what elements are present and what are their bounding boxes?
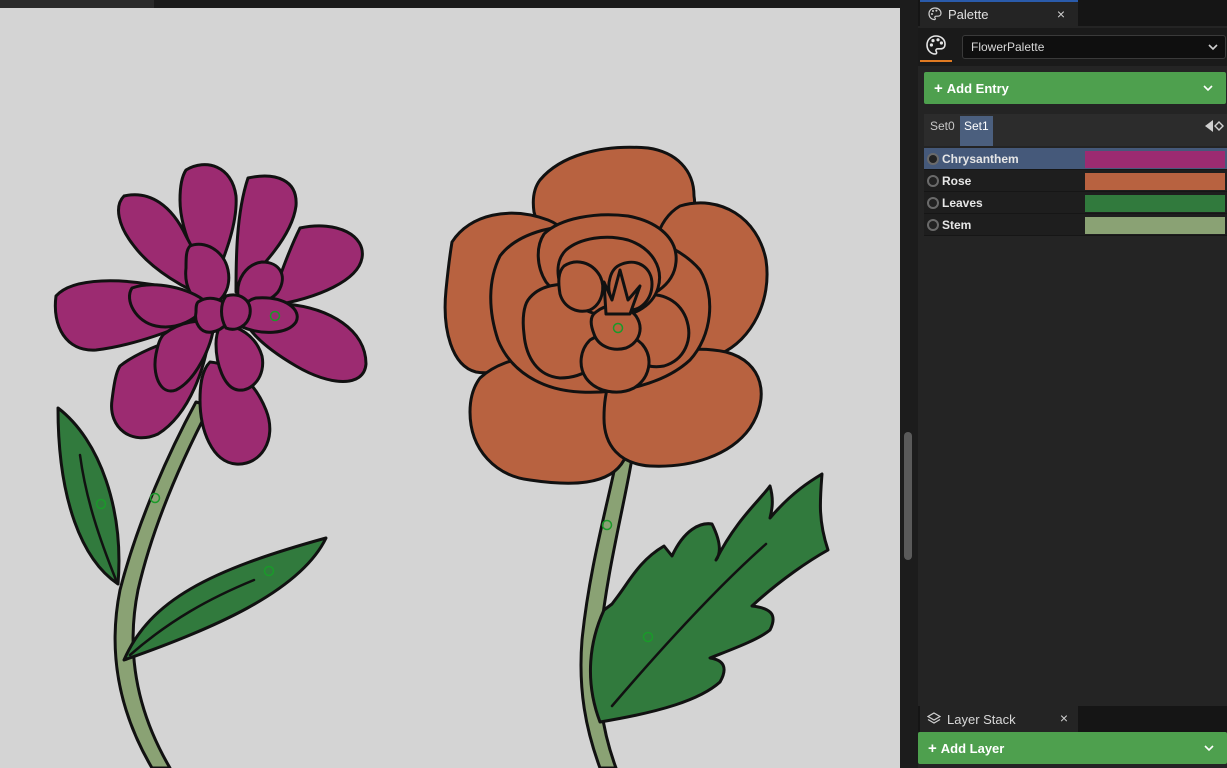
add-layer-button[interactable]: + Add Layer xyxy=(918,732,1227,764)
palette-dropdown[interactable]: FlowerPalette xyxy=(962,35,1226,59)
entry-dot-icon xyxy=(927,196,939,209)
tab-set0[interactable]: Set0 xyxy=(926,116,959,146)
entry-color-swatch[interactable] xyxy=(1085,195,1225,212)
nav-arrows-icon[interactable] xyxy=(1203,120,1225,132)
chrysanthemum-flower xyxy=(53,163,368,466)
plus-icon: + xyxy=(928,739,937,757)
palette-panel: Palette × FlowerPalette + Add Entry Set0… xyxy=(918,0,1227,702)
palette-tabbar: Palette × xyxy=(918,0,1227,26)
tab-set1[interactable]: Set1 xyxy=(960,116,993,146)
chevron-down-icon xyxy=(1208,44,1218,51)
layer-stack-panel: Layer Stack × + Add Layer xyxy=(918,702,1227,768)
palette-entry-leaves[interactable]: Leaves xyxy=(924,192,1227,214)
entry-dot-icon xyxy=(927,174,939,187)
palette-entry-list: Chrysanthem Rose Leaves Stem xyxy=(924,148,1227,236)
chevron-down-icon xyxy=(1203,85,1213,92)
palette-entry-stem[interactable]: Stem xyxy=(924,214,1227,236)
tab-palette[interactable]: Palette × xyxy=(920,0,1078,26)
layer-tabbar: Layer Stack × xyxy=(918,706,1227,732)
entry-name: Rose xyxy=(942,173,972,188)
close-icon[interactable]: × xyxy=(1060,709,1068,727)
close-icon[interactable]: × xyxy=(1054,5,1068,23)
layers-icon xyxy=(927,712,941,724)
palette-tab-label: Palette xyxy=(948,6,989,22)
flower-artwork[interactable] xyxy=(0,0,900,768)
entry-name: Leaves xyxy=(942,195,983,210)
entry-name: Chrysanthem xyxy=(942,151,1019,166)
rose-flower xyxy=(443,145,769,485)
chevron-down-icon xyxy=(1204,745,1214,752)
palette-entry-chrysanthem[interactable]: Chrysanthem xyxy=(924,148,1227,170)
layer-tab-label: Layer Stack xyxy=(947,711,1016,727)
plus-icon: + xyxy=(934,79,943,97)
palette-icon xyxy=(926,35,946,55)
palette-selector-bar: FlowerPalette xyxy=(918,28,1227,66)
add-entry-label: Add Entry xyxy=(946,80,1009,96)
entry-name: Stem xyxy=(942,217,972,232)
palette-asset-button[interactable] xyxy=(920,30,952,62)
add-entry-button[interactable]: + Add Entry xyxy=(924,72,1226,104)
canvas-viewport[interactable] xyxy=(0,0,900,768)
viewport-vertical-scrollbar[interactable] xyxy=(900,0,918,768)
scrollbar-thumb[interactable] xyxy=(904,432,912,560)
add-layer-label: Add Layer xyxy=(940,740,1005,756)
tab-layer-stack[interactable]: Layer Stack × xyxy=(920,706,1078,732)
entry-color-swatch[interactable] xyxy=(1085,173,1225,190)
palette-sets-bar: Set0 Set1 xyxy=(924,114,1227,146)
entry-dot-icon xyxy=(927,152,939,165)
chrysanthemum-leaf-right xyxy=(122,536,328,662)
entry-color-swatch[interactable] xyxy=(1085,151,1225,168)
entry-dot-icon xyxy=(927,218,939,231)
entry-color-swatch[interactable] xyxy=(1085,217,1225,234)
palette-entry-rose[interactable]: Rose xyxy=(924,170,1227,192)
palette-icon xyxy=(928,7,942,21)
palette-dropdown-value: FlowerPalette xyxy=(971,40,1045,54)
